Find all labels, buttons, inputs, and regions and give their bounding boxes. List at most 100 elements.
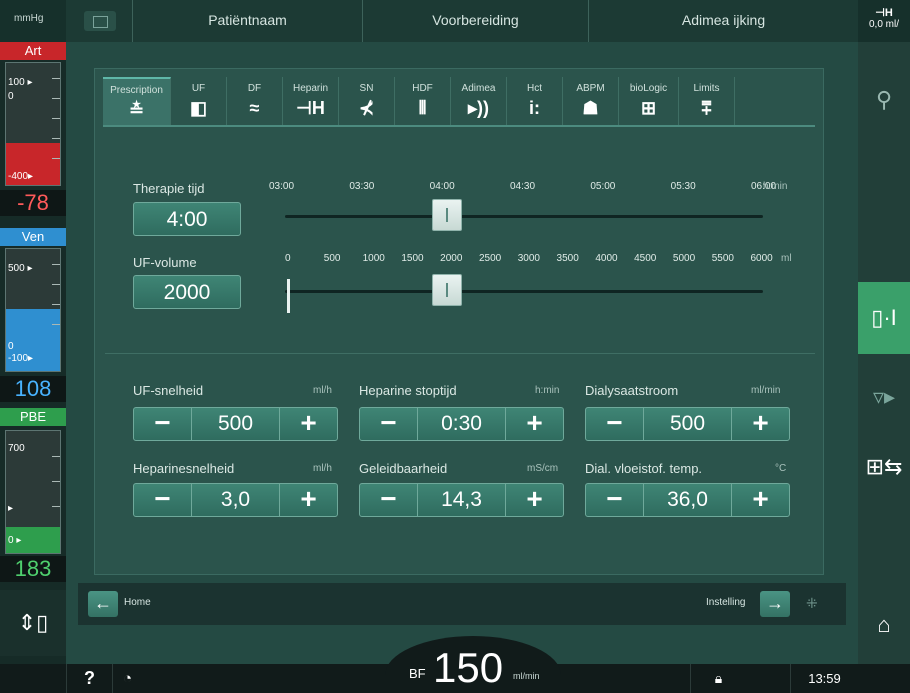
heparin-rate-unit: ml/h [313,463,332,474]
heparin-stop-time-minus-button[interactable]: − [360,408,418,440]
uf-rate-plus-button[interactable]: + [279,408,337,440]
uf-rate-stepper: − 500 + [133,407,338,441]
blood-flow-display[interactable]: BF 150 ml/min [385,636,561,693]
heparin-stop-time-stepper: − 0:30 + [359,407,564,441]
art-zero: 0 [8,91,14,102]
biologic-icon: ⊞ [640,98,657,118]
uf-volume-value[interactable]: 2000 [133,275,241,309]
tab-prescription[interactable]: Prescription ≛ [103,77,171,125]
dialysate-flow-plus-button[interactable]: + [731,408,789,440]
therapy-scale-tick: 05:00 [590,181,616,192]
df-icon: ≈ [249,98,260,118]
tab-adimea[interactable]: Adimea ▸)) [451,77,507,125]
dialysate-flow-label: Dialysaatstroom [585,383,679,398]
tab-sn-label: SN [359,83,374,94]
uf-scale-tick: 2000 [440,253,463,264]
dialysate-flow-value[interactable]: 500 [644,408,731,440]
uf-volume-min-marker [287,279,290,313]
tab-hdf[interactable]: HDF ⫴ [395,77,451,125]
prescription-panel: Prescription ≛ UF ◧ DF ≈ Heparin ⊣H SN ⊀ HDF ⫴… [94,68,824,575]
uf-scale-tick: 1000 [362,253,385,264]
right-sidebar: ⚲ ▯·I ▿▸ ⊞⇆ ⌂ [858,42,910,693]
tab-sn[interactable]: SN ⊀ [339,77,395,125]
ven-pressure-bar: 500 ▸ 0 -100▸ [5,248,61,372]
setting-forward-button[interactable]: → [760,591,790,617]
ven-upper-limit: 500 ▸ [8,263,33,274]
home-icon[interactable]: ⌂ [858,592,910,658]
home-label: Home [124,597,151,608]
home-back-button[interactable]: ← [88,591,118,617]
uf-volume-track[interactable] [285,290,763,293]
tab-hct-label: Hct [527,83,542,94]
uf-scale-tick: 6000 [750,253,773,264]
tab-uf[interactable]: UF ◧ [171,77,227,125]
dialysate-temp-unit: °C [775,463,787,474]
tab-df[interactable]: DF ≈ [227,77,283,125]
therapy-time-track[interactable] [285,215,763,218]
abpm-icon: ☗ [582,98,599,118]
tab-hct[interactable]: Hct i: [507,77,563,125]
uf-rate-label: UF-snelheid [133,383,204,398]
tab-patient-name[interactable]: Patiëntnaam [132,0,362,42]
heparin-value: 0,0 ml/ [868,19,899,30]
ven-zero: 0 [8,341,14,352]
ven-lower-limit: -100▸ [8,353,34,364]
tab-biologic[interactable]: bioLogic ⊞ [619,77,679,125]
tab-adimea-calibration[interactable]: Adimea ijking [588,0,858,42]
uf-scale-tick: 4000 [595,253,618,264]
timer-icon[interactable]: ◔ [112,664,172,693]
program-icon[interactable]: ⊞⇆ [858,432,910,502]
art-title: Art [0,42,66,60]
tab-abpm-label: ABPM [576,83,605,94]
uf-volume-label: UF-volume [133,255,197,270]
tab-heparin-label: Heparin [292,83,329,94]
therapy-scale-tick: 03:00 [269,181,295,192]
therapy-time-slider-thumb[interactable] [431,199,462,231]
uf-rate-unit: ml/h [313,385,332,396]
top-bar: Patiëntnaam Voorbereiding Adimea ijking [66,0,858,42]
dialysate-flow-stepper: − 500 + [585,407,790,441]
uf-rate-minus-button[interactable]: − [134,408,192,440]
tab-uf-label: UF [191,83,206,94]
dialysate-flow-minus-button[interactable]: − [586,408,644,440]
therapy-time-label: Therapie tijd [133,181,205,196]
pbe-title: PBE [0,408,66,426]
dialysate-temp-plus-button[interactable]: + [731,484,789,516]
heparin-readout[interactable]: ⊣H 0,0 ml/ [858,0,910,42]
heparin-rate-plus-button[interactable]: + [279,484,337,516]
conductivity-plus-button[interactable]: + [505,484,563,516]
heparin-rate-minus-button[interactable]: − [134,484,192,516]
uf-volume-slider-thumb[interactable] [431,274,462,306]
heparin-stop-time-value[interactable]: 0:30 [418,408,505,440]
tab-limits[interactable]: Limits ⩱ [679,77,735,125]
conductivity-minus-button[interactable]: − [360,484,418,516]
lock-icon[interactable]: 🔒︎ [690,664,746,693]
bf-label: BF [409,666,426,681]
uf-rate-value[interactable]: 500 [192,408,279,440]
help-button[interactable]: ? [66,664,112,693]
tab-abpm[interactable]: ABPM ☗ [563,77,619,125]
dialyzer-icon[interactable]: ▯·I [858,282,910,354]
tab-preparation[interactable]: Voorbereiding [362,0,588,42]
conductivity-value[interactable]: 14,3 [418,484,505,516]
uf-scale-tick: 4500 [634,253,657,264]
patient-card-icon[interactable] [84,11,116,31]
heparin-rate-value[interactable]: 3,0 [192,484,279,516]
pbe-upper-limit: 700 [8,443,25,454]
panel-divider [105,353,815,354]
dialysate-temp-value[interactable]: 36,0 [644,484,731,516]
conductivity-stepper: − 14,3 + [359,483,564,517]
panel-tab-bar: Prescription ≛ UF ◧ DF ≈ Heparin ⊣H SN ⊀ HDF ⫴… [103,77,815,127]
heparin-stop-time-plus-button[interactable]: + [505,408,563,440]
grid-menu-icon[interactable]: ⁜ [806,595,830,615]
filter-icon[interactable]: ▿▸ [858,362,910,432]
therapy-scale-tick: 04:00 [429,181,455,192]
therapy-time-value[interactable]: 4:00 [133,202,241,236]
syringe-icon[interactable]: ⇕▯ [0,590,66,656]
patient-walk-icon[interactable]: ⚲ [858,60,910,140]
art-lower-limit: -400▸ [8,171,34,182]
dialysate-temp-minus-button[interactable]: − [586,484,644,516]
tab-prescription-label: Prescription [110,85,163,96]
tab-heparin[interactable]: Heparin ⊣H [283,77,339,125]
uf-scale-tick: 2500 [478,253,502,264]
